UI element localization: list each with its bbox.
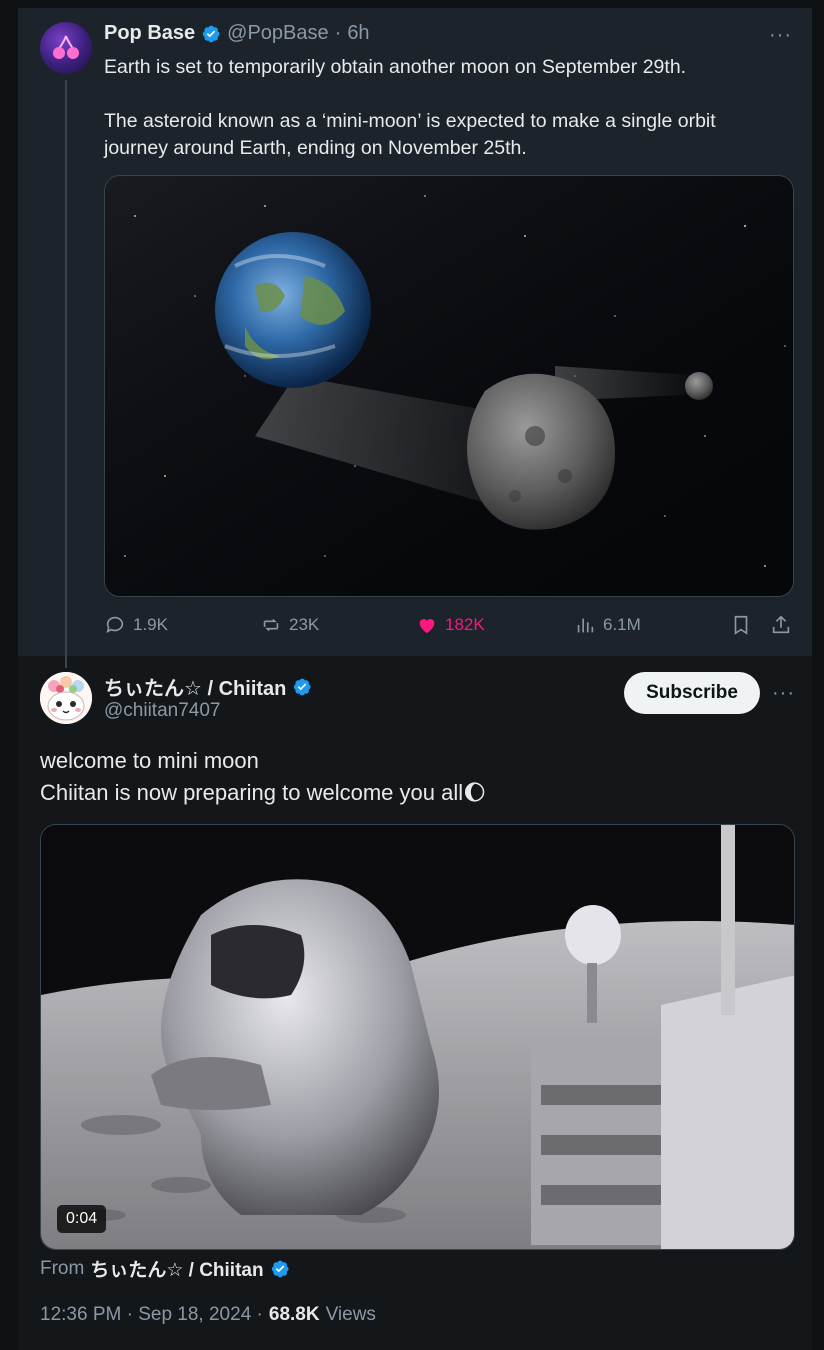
share-button[interactable]	[770, 614, 792, 636]
source-attribution: From ちぃたん☆ / Chiitan	[40, 1255, 290, 1282]
moon-astronaut-video-frame	[41, 825, 794, 1249]
parent-header: Pop Base @PopBase · 6h	[104, 22, 370, 45]
views-count: 68.8K	[268, 1304, 320, 1325]
tweet-video[interactable]: 0:04	[40, 824, 795, 1250]
views-count: 6.1M	[603, 615, 641, 634]
avatar[interactable]	[40, 22, 92, 74]
separator-dot: ·	[334, 22, 342, 44]
post-timestamp[interactable]: 12:36 PM · Sep 18, 2024 ·	[40, 1304, 263, 1326]
avatar[interactable]	[40, 672, 92, 724]
author-name[interactable]: Pop Base	[104, 22, 195, 45]
cherry-logo-icon	[53, 35, 79, 59]
author-handle[interactable]: @PopBase	[227, 22, 328, 45]
like-button[interactable]: 182K	[416, 614, 485, 636]
like-count: 182K	[445, 615, 485, 634]
earth-asteroid-image	[105, 176, 793, 596]
tweet-image[interactable]	[104, 175, 794, 597]
parent-tweet[interactable]: Pop Base @PopBase · 6h ··· Earth is set …	[18, 8, 812, 668]
post-time[interactable]: 6h	[347, 22, 369, 45]
author-name[interactable]: ちぃたん☆ / Chiitan	[104, 672, 286, 701]
views-button[interactable]: 6.1M	[574, 614, 641, 636]
action-bar: 1.9K 23K 182K 6.1M	[104, 614, 794, 642]
tweet-meta: 12:36 PM · Sep 18, 2024 · 68.8K Views	[40, 1304, 376, 1326]
heart-filled-icon	[419, 619, 435, 634]
tweet-text-line: Earth is set to temporarily obtain anoth…	[104, 56, 687, 78]
repost-count: 23K	[289, 615, 320, 634]
reply-button[interactable]: 1.9K	[104, 614, 168, 636]
more-options-button[interactable]: ···	[769, 24, 792, 47]
from-label: From	[40, 1257, 85, 1279]
frame-edge-top	[0, 0, 824, 8]
reply-count: 1.9K	[133, 615, 168, 634]
more-options-button[interactable]: ···	[772, 682, 795, 705]
subscribe-button[interactable]: Subscribe	[624, 672, 760, 714]
bar-chart-icon	[577, 618, 594, 633]
chiitan-mascot-icon	[40, 672, 92, 724]
tweet-text-line: The asteroid known as a ‘mini-moon’ is e…	[104, 110, 716, 159]
frame-edge-right	[812, 0, 824, 1350]
tweet-text-line: Chiitan is now preparing to welcome you …	[40, 780, 487, 805]
tweet-text: Earth is set to temporarily obtain anoth…	[104, 54, 784, 162]
verified-badge-icon	[202, 25, 220, 42]
tweet-text-line: welcome to mini moon	[40, 748, 259, 773]
views-label: Views	[325, 1304, 376, 1325]
author-handle[interactable]: @chiitan7407	[104, 700, 220, 722]
bookmark-button[interactable]	[730, 614, 752, 636]
reply-icon	[106, 616, 124, 633]
verified-badge-icon	[294, 678, 311, 695]
tweet-text: welcome to mini moon Chiitan is now prep…	[40, 745, 780, 809]
source-author-link[interactable]: ちぃたん☆ / Chiitan	[90, 1255, 263, 1282]
frame-edge-left	[0, 0, 18, 1350]
bookmark-icon	[734, 615, 748, 635]
video-duration: 0:04	[57, 1205, 107, 1233]
repost-icon	[263, 618, 279, 632]
author-row: ちぃたん☆ / Chiitan	[104, 672, 312, 701]
verified-badge-icon	[271, 1260, 289, 1277]
repost-button[interactable]: 23K	[260, 614, 319, 636]
thread-line	[65, 80, 67, 668]
share-icon	[772, 615, 790, 634]
